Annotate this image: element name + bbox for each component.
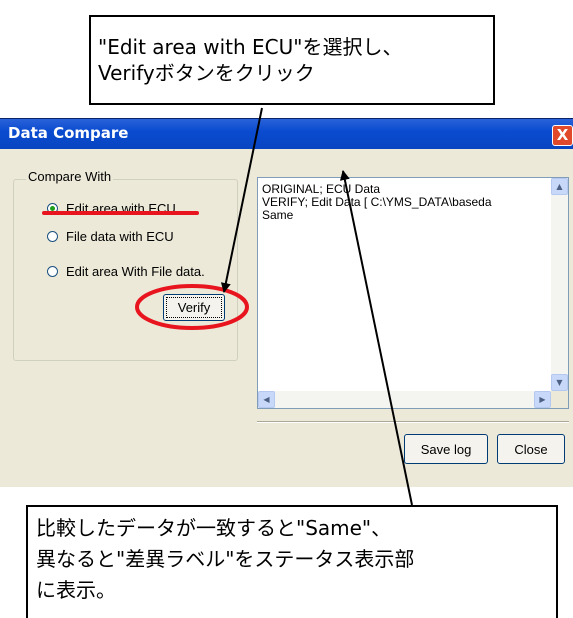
result-callout: 比較したデータが一致すると"Same"、 異なると"差異ラベル"をステータス表示… — [26, 505, 558, 618]
instruction-callout: "Edit area with ECU"を選択し、 Verifyボタンをクリック — [89, 15, 495, 105]
pointer-arrow-status — [339, 170, 413, 506]
callout-line: 異なると"差異ラベル"をステータス表示部 — [36, 547, 415, 571]
callout-line: "Edit area with ECU"を選択し、 — [98, 35, 403, 59]
verify-highlight-ellipse — [135, 284, 249, 330]
pointer-arrow-verify — [220, 107, 263, 293]
callout-line: Verifyボタンをクリック — [98, 61, 315, 85]
callout-line: 比較したデータが一致すると"Same"、 — [36, 516, 392, 540]
callout-line: に表示。 — [36, 578, 116, 602]
